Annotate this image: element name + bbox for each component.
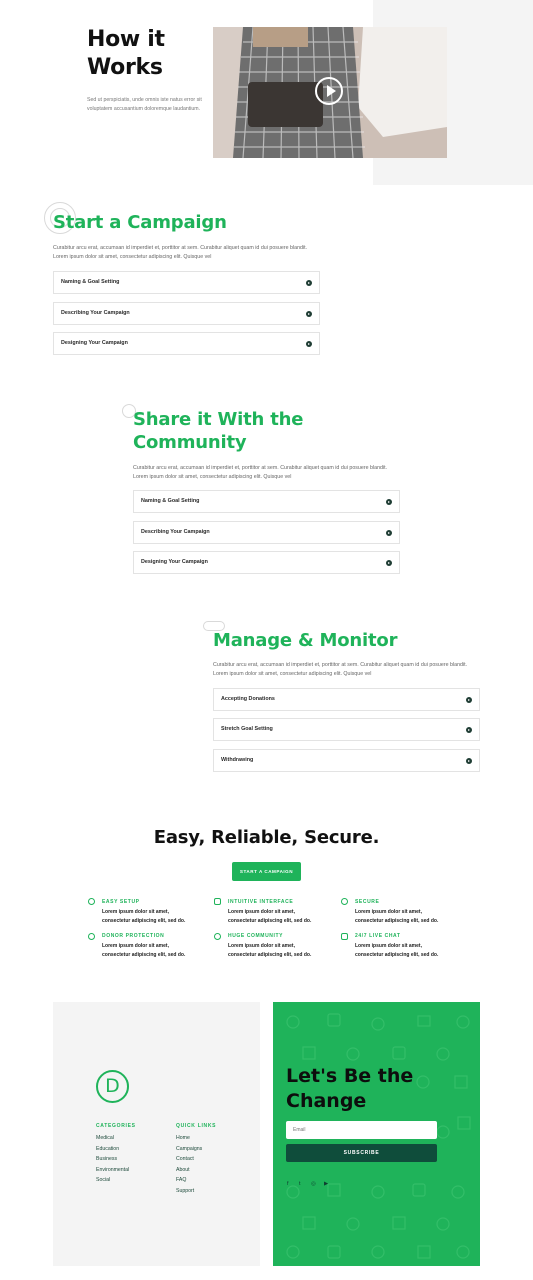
youtube-icon[interactable]: ▶ — [324, 1181, 328, 1187]
accordion-label: Designing Your Campaign — [61, 340, 128, 346]
quick-links-heading: QUICK LINKS — [176, 1123, 217, 1129]
hero-title-line2: Works — [87, 55, 163, 80]
arrow-circle-icon — [386, 560, 392, 566]
arrow-circle-icon — [466, 727, 472, 733]
feature-text: Lorem ipsum dolor sit amet, consectetur a… — [355, 943, 439, 958]
features-title: Easy, Reliable, Secure. — [153, 827, 380, 848]
section-text-manage: Curabitur arcu erat, accumsan id imperdi… — [213, 662, 468, 678]
quick-link[interactable]: Support — [176, 1186, 202, 1197]
arrow-circle-icon — [306, 311, 312, 317]
accordion-label: Accepting Donations — [221, 696, 275, 702]
category-link[interactable]: Social — [96, 1175, 129, 1186]
arrow-circle-icon — [306, 280, 312, 286]
feature-title: HUGE COMMUNITY — [228, 933, 284, 939]
accordion-item[interactable]: Designing Your Campaign — [133, 551, 400, 574]
accordion-label: Designing Your Campaign — [141, 559, 208, 565]
section-title-manage: Manage & Monitor — [213, 630, 398, 651]
feature-text: Lorem ipsum dolor sit amet, consectetur a… — [102, 943, 186, 958]
email-input[interactable]: Email — [286, 1121, 437, 1139]
arrow-circle-icon — [466, 758, 472, 764]
logo[interactable]: D — [96, 1070, 129, 1103]
feature-title: DONOR PROTECTION — [102, 933, 165, 939]
section-title-start-campaign: Start a Campaign — [53, 212, 227, 233]
section-text-share: Curabitur arcu erat, accumsan id imperdi… — [133, 465, 388, 481]
accordion-item[interactable]: Withdrawing — [213, 749, 480, 772]
cta-title-line1: Let's Be the — [286, 1065, 414, 1087]
section-title-line2: Community — [133, 432, 247, 453]
accordion-item[interactable]: Describing Your Campaign — [133, 521, 400, 544]
feature-text: Lorem ipsum dolor sit amet, consectetur a… — [228, 943, 312, 958]
arrow-circle-icon — [386, 499, 392, 505]
accordion-item[interactable]: Accepting Donations — [213, 688, 480, 711]
accordion-label: Stretch Goal Setting — [221, 726, 273, 732]
hero-title: How it Works — [87, 26, 207, 82]
heart-icon — [88, 933, 95, 940]
accordion-label: Withdrawing — [221, 757, 254, 763]
category-link[interactable]: Education — [96, 1144, 129, 1155]
facebook-icon[interactable]: f — [287, 1181, 289, 1187]
cta-title: Let's Be the Change — [286, 1064, 436, 1114]
chat-icon — [341, 933, 348, 940]
section-text-start-campaign: Curabitur arcu erat, accumsan id imperdi… — [53, 245, 308, 261]
section-title-line1: Share it With the — [133, 409, 304, 430]
accordion-item[interactable]: Describing Your Campaign — [53, 302, 320, 325]
quick-link[interactable]: About — [176, 1165, 202, 1176]
categories-list: Medical Education Business Environmental… — [96, 1133, 129, 1186]
feature-text: Lorem ipsum dolor sit amet, consectetur a… — [355, 909, 439, 924]
hero-description: Sed ut perspiciatis, unde omnis iste nat… — [87, 97, 202, 113]
feature-title: EASY SETUP — [102, 899, 140, 905]
accordion-label: Naming & Goal Setting — [61, 279, 120, 285]
arrow-circle-icon — [306, 341, 312, 347]
quick-link[interactable]: Campaigns — [176, 1144, 202, 1155]
subscribe-button[interactable]: SUBSCRIBE — [286, 1144, 437, 1162]
quick-link[interactable]: Contact — [176, 1154, 202, 1165]
category-link[interactable]: Business — [96, 1154, 129, 1165]
feature-text: Lorem ipsum dolor sit amet, consectetur a… — [102, 909, 186, 924]
hero-title-line1: How it — [87, 27, 165, 52]
secure-icon — [341, 898, 348, 905]
accordion-item[interactable]: Naming & Goal Setting — [53, 271, 320, 294]
feature-title: INTUITIVE INTERFACE — [228, 899, 294, 905]
categories-heading: CATEGORIES — [96, 1123, 136, 1129]
accordion-item[interactable]: Stretch Goal Setting — [213, 718, 480, 741]
feature-text: Lorem ipsum dolor sit amet, consectetur a… — [228, 909, 312, 924]
start-campaign-button[interactable]: START A CAMPAIGN — [232, 862, 301, 881]
accordion-item[interactable]: Designing Your Campaign — [53, 332, 320, 355]
lightbulb-icon — [88, 898, 95, 905]
instagram-icon[interactable]: ◎ — [311, 1181, 316, 1187]
hero-video-thumbnail[interactable] — [213, 27, 447, 158]
quick-link[interactable]: Home — [176, 1133, 202, 1144]
accordion-label: Describing Your Campaign — [141, 529, 210, 535]
community-icon — [214, 933, 221, 940]
twitter-icon[interactable]: t — [299, 1181, 301, 1187]
feature-title: 24/7 LIVE CHAT — [355, 933, 401, 939]
interface-icon — [214, 898, 221, 905]
accordion-label: Naming & Goal Setting — [141, 498, 200, 504]
section-title-share: Share it With the Community — [133, 408, 433, 454]
arrow-circle-icon — [466, 697, 472, 703]
play-icon[interactable] — [315, 77, 343, 105]
feature-title: SECURE — [355, 899, 380, 905]
footer-left-panel — [53, 1002, 260, 1266]
arrow-circle-icon — [386, 530, 392, 536]
category-link[interactable]: Environmental — [96, 1165, 129, 1176]
cta-title-line2: Change — [286, 1090, 367, 1112]
quick-links-list: Home Campaigns Contact About FAQ Support — [176, 1133, 202, 1197]
quick-link[interactable]: FAQ — [176, 1175, 202, 1186]
accordion-item[interactable]: Naming & Goal Setting — [133, 490, 400, 513]
accordion-label: Describing Your Campaign — [61, 310, 130, 316]
category-link[interactable]: Medical — [96, 1133, 129, 1144]
